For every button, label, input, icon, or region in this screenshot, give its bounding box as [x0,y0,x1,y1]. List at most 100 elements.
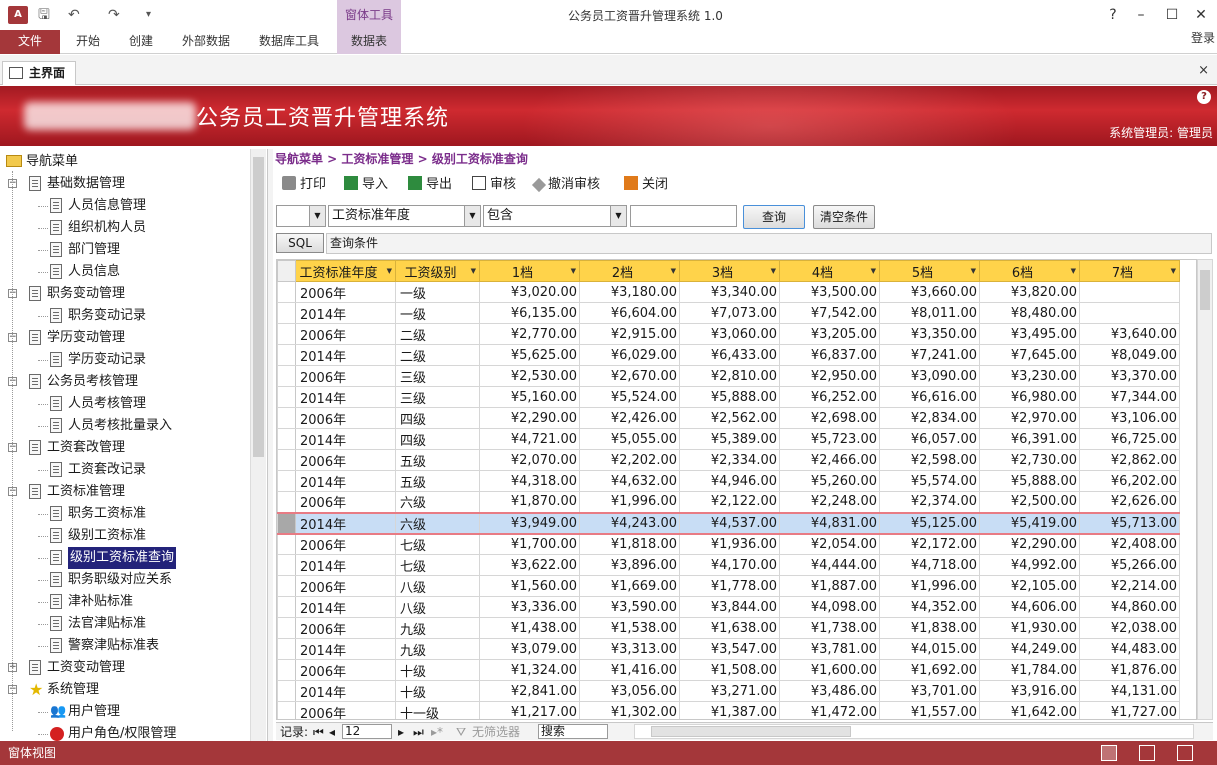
form-view-icon[interactable] [1101,745,1117,761]
table-cell[interactable]: ¥4,243.00 [579,511,680,535]
table-cell[interactable]: ¥1,560.00 [479,575,580,597]
table-cell[interactable]: ¥8,049.00 [1079,344,1180,366]
table-cell[interactable]: ¥7,645.00 [979,344,1080,366]
table-cell[interactable]: ¥2,770.00 [479,323,580,345]
table-cell[interactable]: 2006年 [295,617,396,639]
table-row[interactable]: 2014年 二级 ¥5,625.00 ¥6,029.00 ¥6,433.00 ¥6,837… [277,344,1180,366]
row-selector[interactable] [277,323,296,345]
table-cell[interactable]: 五级 [395,470,480,492]
table-cell[interactable]: ¥3,781.00 [779,638,880,660]
column-header[interactable]: 7档 ▼ [1079,260,1180,282]
table-cell[interactable]: ¥3,106.00 [1079,407,1180,429]
table-cell[interactable]: ¥4,444.00 [779,554,880,576]
table-cell[interactable]: ¥2,374.00 [879,491,980,513]
table-cell[interactable]: ¥4,318.00 [479,470,580,492]
table-cell[interactable]: ¥2,038.00 [1079,617,1180,639]
table-cell[interactable]: ¥5,266.00 [1079,554,1180,576]
table-cell[interactable]: ¥2,172.00 [879,533,980,555]
audit-button[interactable]: 审核 [472,175,516,195]
column-header[interactable]: 工资标准年度 ▼ [295,260,396,282]
row-selector[interactable] [277,575,296,597]
table-cell[interactable]: ¥2,500.00 [979,491,1080,513]
row-selector[interactable] [277,302,296,324]
table-row[interactable]: 2006年 三级 ¥2,530.00 ¥2,670.00 ¥2,810.00 ¥2,950… [277,365,1180,387]
save-icon[interactable]: 🖫 [38,6,50,24]
table-cell[interactable]: ¥3,336.00 [479,596,580,618]
table-cell[interactable]: ¥3,079.00 [479,638,580,660]
sort-dropdown-icon[interactable]: ▼ [671,267,676,275]
table-cell[interactable]: ¥6,135.00 [479,302,580,324]
table-cell[interactable]: ¥2,698.00 [779,407,880,429]
table-cell[interactable]: ¥2,122.00 [679,491,780,513]
table-row[interactable]: 2006年 八级 ¥1,560.00 ¥1,669.00 ¥1,778.00 ¥1,887… [277,575,1180,597]
table-cell[interactable]: ¥1,387.00 [679,701,780,719]
sql-button[interactable]: SQL [276,233,324,253]
table-cell[interactable]: ¥5,625.00 [479,344,580,366]
table-cell[interactable]: ¥2,598.00 [879,449,980,471]
chevron-down-icon[interactable]: ▼ [464,206,480,226]
table-cell[interactable]: ¥5,888.00 [679,386,780,408]
table-cell[interactable]: ¥3,660.00 [879,281,980,303]
table-cell[interactable]: 一级 [395,281,480,303]
table-cell[interactable]: ¥3,370.00 [1079,365,1180,387]
table-cell[interactable]: ¥2,408.00 [1079,533,1180,555]
sort-dropdown-icon[interactable]: ▼ [387,267,392,275]
table-row[interactable]: 2006年 六级 ¥1,870.00 ¥1,996.00 ¥2,122.00 ¥2,248… [277,491,1180,513]
tab-external-data[interactable]: 外部数据 [182,30,230,54]
table-cell[interactable]: ¥4,098.00 [779,596,880,618]
table-row[interactable]: 2006年 四级 ¥2,290.00 ¥2,426.00 ¥2,562.00 ¥2,698… [277,407,1180,429]
table-row[interactable]: 2006年 七级 ¥1,700.00 ¥1,818.00 ¥1,936.00 ¥2,054… [277,533,1180,555]
table-cell[interactable]: ¥1,778.00 [679,575,780,597]
table-cell[interactable]: ¥3,205.00 [779,323,880,345]
sort-dropdown-icon[interactable]: ▼ [1071,267,1076,275]
table-cell[interactable]: 十级 [395,680,480,702]
grid-horizontal-scrollbar-thumb[interactable] [651,726,851,737]
close-window-button[interactable]: ✕ [1189,5,1213,25]
table-cell[interactable]: ¥3,916.00 [979,680,1080,702]
table-cell[interactable]: ¥1,936.00 [679,533,780,555]
table-cell[interactable]: ¥3,340.00 [679,281,780,303]
clear-conditions-button[interactable]: 清空条件 [813,205,875,229]
table-cell[interactable]: 七级 [395,533,480,555]
print-button[interactable]: 打印 [282,175,326,195]
column-header[interactable]: 3档 ▼ [679,260,780,282]
row-selector[interactable] [277,491,296,513]
table-cell[interactable]: 2014年 [295,428,396,450]
column-header[interactable]: 6档 ▼ [979,260,1080,282]
table-row[interactable]: 2006年 十一级 ¥1,217.00 ¥1,302.00 ¥1,387.00 ¥1,47… [277,701,1180,719]
table-cell[interactable]: ¥6,837.00 [779,344,880,366]
table-cell[interactable]: ¥1,876.00 [1079,659,1180,681]
row-selector[interactable] [277,511,296,535]
grid-vertical-scrollbar[interactable] [1197,259,1213,720]
table-cell[interactable]: 一级 [395,302,480,324]
table-cell[interactable]: ¥3,590.00 [579,596,680,618]
table-cell[interactable]: 2014年 [295,554,396,576]
table-cell[interactable]: ¥4,352.00 [879,596,980,618]
table-cell[interactable]: ¥5,713.00 [1079,511,1180,535]
tab-database-tools[interactable]: 数据库工具 [259,30,319,54]
next-record-icon[interactable]: ▸ [398,724,404,740]
table-cell[interactable]: ¥2,105.00 [979,575,1080,597]
table-cell[interactable]: ¥1,887.00 [779,575,880,597]
help-button[interactable]: ? [1101,5,1125,25]
table-cell[interactable]: 八级 [395,596,480,618]
column-header[interactable]: 5档 ▼ [879,260,980,282]
table-cell[interactable]: ¥2,248.00 [779,491,880,513]
table-cell[interactable]: ¥1,557.00 [879,701,980,719]
table-cell[interactable]: 三级 [395,365,480,387]
column-header[interactable]: 4档 ▼ [779,260,880,282]
table-cell[interactable]: ¥3,060.00 [679,323,780,345]
table-cell[interactable]: ¥5,260.00 [779,470,880,492]
login-link[interactable]: 登录 [1191,30,1215,46]
import-button[interactable]: 导入 [344,175,388,195]
column-header[interactable]: 1档 ▼ [479,260,580,282]
table-cell[interactable]: ¥2,202.00 [579,449,680,471]
table-cell[interactable]: ¥5,055.00 [579,428,680,450]
sort-dropdown-icon[interactable]: ▼ [771,267,776,275]
table-cell[interactable]: ¥3,230.00 [979,365,1080,387]
table-cell[interactable]: ¥4,606.00 [979,596,1080,618]
table-cell[interactable]: ¥1,996.00 [579,491,680,513]
column-header[interactable]: 2档 ▼ [579,260,680,282]
table-row[interactable]: 2006年 五级 ¥2,070.00 ¥2,202.00 ¥2,334.00 ¥2,466… [277,449,1180,471]
close-document-button[interactable]: × [1198,63,1209,78]
